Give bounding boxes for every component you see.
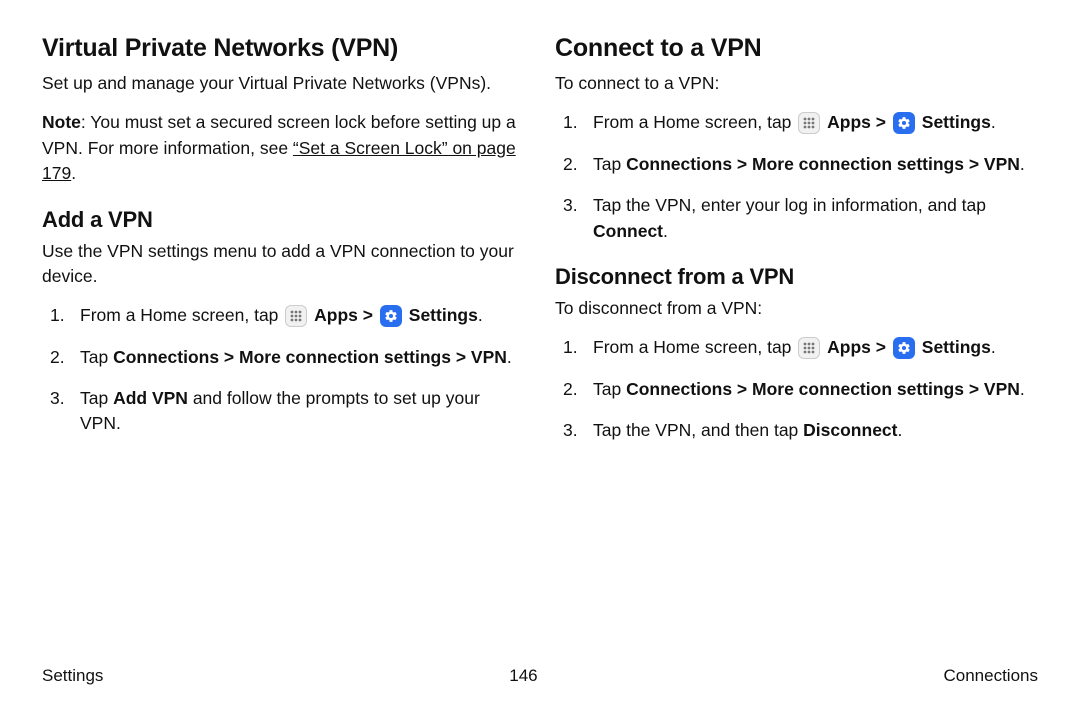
heading-disconnect-vpn: Disconnect from a VPN [555,264,1038,290]
c2-bold: Connections > More connection settings >… [626,154,1020,174]
settings-label: Settings [922,337,991,357]
step3-bold: Add VPN [113,388,188,408]
settings-icon [893,112,915,134]
footer-page-number: 146 [509,666,537,686]
d2-prefix: Tap [593,379,626,399]
gt-3: > [876,337,886,357]
page-footer: Settings 146 Connections [42,666,1038,686]
disconnect-intro: To disconnect from a VPN: [555,296,1038,321]
connect-step-1: From a Home screen, tap Apps > Settings. [555,110,1038,135]
step2-prefix: Tap [80,347,113,367]
connect-intro: To connect to a VPN: [555,71,1038,96]
heading-add-vpn: Add a VPN [42,207,525,233]
add-step-3: Tap Add VPN and follow the prompts to se… [42,386,525,437]
heading-vpn: Virtual Private Networks (VPN) [42,34,525,63]
disconnect-step-3: Tap the VPN, and then tap Disconnect. [555,418,1038,443]
settings-label: Settings [409,305,478,325]
c3-prefix: Tap the VPN, enter your log in informati… [593,195,986,215]
c1-end: . [991,112,996,132]
connect-step-2: Tap Connections > More connection settin… [555,152,1038,177]
connect-step-3: Tap the VPN, enter your log in informati… [555,193,1038,244]
d3-bold: Disconnect [803,420,897,440]
add-vpn-intro: Use the VPN settings menu to add a VPN c… [42,239,525,290]
d3-end: . [897,420,902,440]
d3-prefix: Tap the VPN, and then tap [593,420,803,440]
settings-label: Settings [922,112,991,132]
c3-end: . [663,221,668,241]
c1-prefix: From a Home screen, tap [593,112,791,132]
gt-2: > [876,112,886,132]
d1-prefix: From a Home screen, tap [593,337,791,357]
left-column: Virtual Private Networks (VPN) Set up an… [42,34,525,459]
apps-label: Apps [314,305,358,325]
step1-prefix: From a Home screen, tap [80,305,278,325]
d2-end: . [1020,379,1025,399]
apps-icon [798,112,820,134]
footer-right: Connections [943,666,1038,686]
add-step-2: Tap Connections > More connection settin… [42,345,525,370]
right-column: Connect to a VPN To connect to a VPN: Fr… [555,34,1038,459]
two-column-layout: Virtual Private Networks (VPN) Set up an… [42,34,1038,459]
step1-end: . [478,305,483,325]
add-step-1: From a Home screen, tap Apps > Settings. [42,303,525,328]
c2-prefix: Tap [593,154,626,174]
apps-label: Apps [827,112,871,132]
intro-text: Set up and manage your Virtual Private N… [42,71,525,96]
document-page: Virtual Private Networks (VPN) Set up an… [0,0,1080,720]
step3-prefix: Tap [80,388,113,408]
step2-bold: Connections > More connection settings >… [113,347,507,367]
add-vpn-steps: From a Home screen, tap Apps > Settings.… [42,303,525,437]
note-paragraph: Note: You must set a secured screen lock… [42,110,525,186]
gt-1: > [363,305,373,325]
apps-label: Apps [827,337,871,357]
c3-bold: Connect [593,221,663,241]
settings-icon [380,305,402,327]
heading-connect-vpn: Connect to a VPN [555,34,1038,63]
disconnect-step-1: From a Home screen, tap Apps > Settings. [555,335,1038,360]
note-label: Note [42,112,81,132]
apps-icon [798,337,820,359]
d2-bold: Connections > More connection settings >… [626,379,1020,399]
d1-end: . [991,337,996,357]
step2-end: . [507,347,512,367]
disconnect-step-2: Tap Connections > More connection settin… [555,377,1038,402]
connect-steps: From a Home screen, tap Apps > Settings.… [555,110,1038,244]
apps-icon [285,305,307,327]
settings-icon [893,337,915,359]
disconnect-steps: From a Home screen, tap Apps > Settings.… [555,335,1038,443]
footer-left: Settings [42,666,103,686]
c2-end: . [1020,154,1025,174]
note-end: . [71,163,76,183]
